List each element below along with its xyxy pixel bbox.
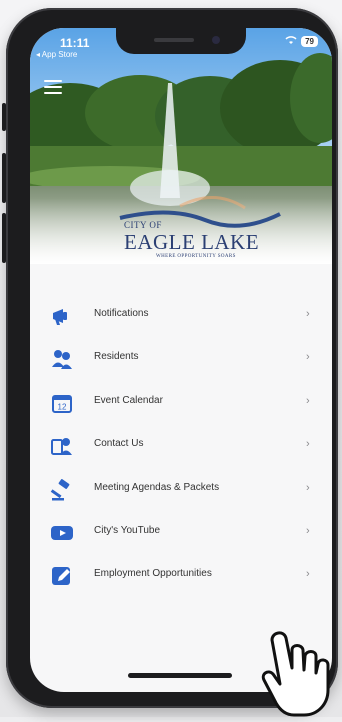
- menu-item-contact-us[interactable]: Contact Us ›: [30, 424, 332, 467]
- phone-screen: 11:11 ◂ App Store 79 CITY OF EAGLE LAKE …: [30, 28, 332, 692]
- menu-item-meeting-agendas[interactable]: Meeting Agendas & Packets ›: [30, 468, 332, 511]
- front-camera: [212, 36, 220, 44]
- volume-up-button: [2, 153, 6, 203]
- menu-item-employment[interactable]: Employment Opportunities ›: [30, 554, 332, 597]
- home-indicator: [128, 673, 232, 678]
- phone-notch: [116, 28, 246, 54]
- residents-icon: [50, 347, 74, 371]
- chevron-right-icon: ›: [306, 438, 310, 451]
- status-time: 11:11: [60, 36, 90, 50]
- logo-city-name: EAGLE LAKE: [124, 230, 260, 254]
- logo-city-of: CITY OF: [124, 220, 162, 230]
- speaker-grille: [154, 38, 194, 42]
- hamburger-menu-icon[interactable]: [44, 80, 62, 94]
- chevron-right-icon: ›: [306, 481, 310, 494]
- main-menu: Notifications › Residents › 12 Event Cal…: [30, 294, 332, 598]
- chevron-right-icon: ›: [306, 351, 310, 364]
- chevron-right-icon: ›: [306, 308, 310, 320]
- menu-item-label: Notifications: [94, 308, 149, 319]
- battery-indicator: 79: [301, 35, 318, 47]
- menu-item-label: Event Calendar: [94, 394, 163, 406]
- menu-item-label: Employment Opportunities: [94, 568, 212, 580]
- menu-item-youtube[interactable]: City's YouTube ›: [30, 511, 332, 554]
- logo-tagline: WHERE OPPORTUNITY SOARS: [156, 254, 236, 259]
- menu-item-event-calendar[interactable]: 12 Event Calendar ›: [30, 381, 332, 424]
- chevron-right-icon: ›: [306, 394, 310, 407]
- calendar-icon: 12: [50, 391, 74, 415]
- city-logo: CITY OF EAGLE LAKE WHERE OPPORTUNITY SOA…: [124, 208, 264, 268]
- mute-switch: [2, 103, 6, 131]
- menu-item-label: City's YouTube: [94, 524, 161, 536]
- gavel-icon: [50, 478, 74, 502]
- chevron-right-icon: ›: [306, 524, 310, 537]
- pointing-hand-cursor-icon: [258, 618, 342, 717]
- megaphone-icon: [50, 304, 74, 328]
- contact-icon: [50, 434, 74, 458]
- menu-item-notifications[interactable]: Notifications ›: [30, 294, 332, 337]
- back-to-app-store-link[interactable]: ◂ App Store: [36, 50, 77, 59]
- menu-item-residents[interactable]: Residents ›: [30, 337, 332, 380]
- menu-item-label: Meeting Agendas & Packets: [94, 481, 220, 493]
- menu-item-label: Contact Us: [94, 438, 144, 450]
- menu-item-label: Residents: [94, 351, 139, 363]
- status-icons: 79: [285, 34, 318, 48]
- youtube-icon: [50, 521, 74, 545]
- edit-icon: [50, 564, 74, 588]
- wifi-icon: [285, 34, 297, 48]
- volume-down-button: [2, 213, 6, 263]
- svg-text:12: 12: [58, 402, 67, 411]
- chevron-right-icon: ›: [306, 568, 310, 581]
